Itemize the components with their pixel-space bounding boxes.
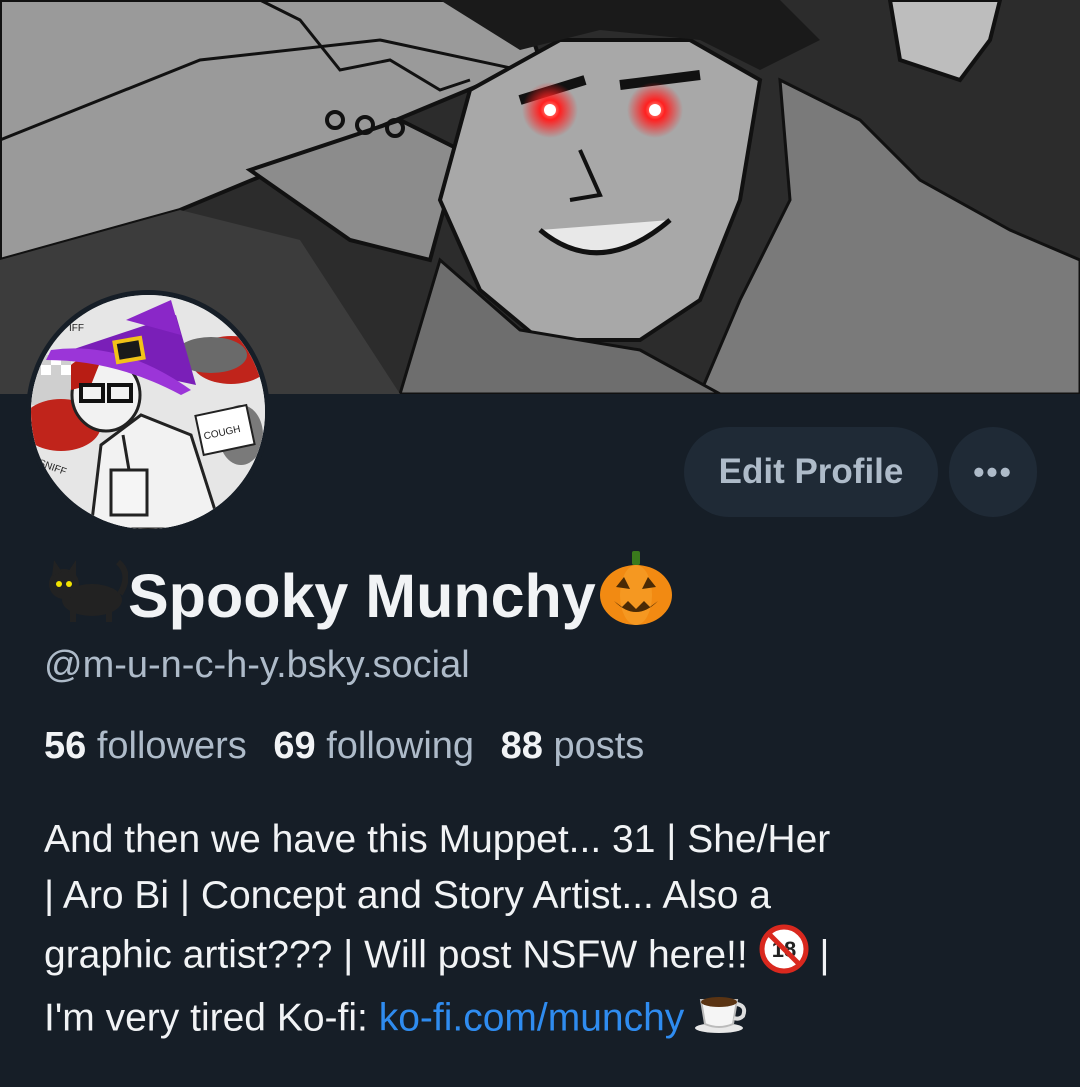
edit-profile-button[interactable]: Edit Profile xyxy=(684,427,938,517)
followers-stat[interactable]: 56 followers xyxy=(44,725,247,767)
profile-page: COUGH SNIFF IFF Edit Profile ••• Spooky … xyxy=(0,0,1080,1087)
display-name-text: Spooky Munchy xyxy=(128,562,596,630)
posts-stat: 88 posts xyxy=(501,725,645,767)
followers-count: 56 xyxy=(44,725,87,767)
bio-line: And then we have this Muppet... 31 | She… xyxy=(44,818,831,861)
no-under-18-icon: 18 xyxy=(759,924,809,990)
following-stat[interactable]: 69 following xyxy=(273,725,474,767)
kofi-link[interactable]: ko-fi.com/munchy xyxy=(379,996,685,1039)
following-label: following xyxy=(326,725,475,767)
posts-label: posts xyxy=(553,725,645,767)
posts-count: 88 xyxy=(500,725,543,767)
followers-label: followers xyxy=(96,725,247,767)
display-name: Spooky Munchy xyxy=(42,551,676,638)
bio-line: | Aro Bi | Concept and Story Artist... A… xyxy=(44,874,771,917)
black-cat-icon xyxy=(42,554,129,638)
jack-o-lantern-icon xyxy=(596,549,676,643)
avatar[interactable]: COUGH SNIFF IFF xyxy=(26,290,270,534)
profile-stats: 56 followers 69 following 88 posts xyxy=(44,725,660,768)
following-count: 69 xyxy=(273,725,316,767)
avatar-image: COUGH SNIFF IFF xyxy=(31,295,265,529)
bio-line: I'm very tired Ko-fi: ko-fi.com/munchy xyxy=(44,990,1044,1050)
svg-text:IFF: IFF xyxy=(69,323,84,334)
more-options-button[interactable]: ••• xyxy=(949,427,1037,517)
profile-bio: And then we have this Muppet... 31 | She… xyxy=(44,812,1044,1050)
coffee-icon xyxy=(695,990,747,1050)
profile-handle: @m-u-n-c-h-y.bsky.social xyxy=(44,644,470,686)
bio-line: graphic artist??? | Will post NSFW here!… xyxy=(44,924,1044,990)
